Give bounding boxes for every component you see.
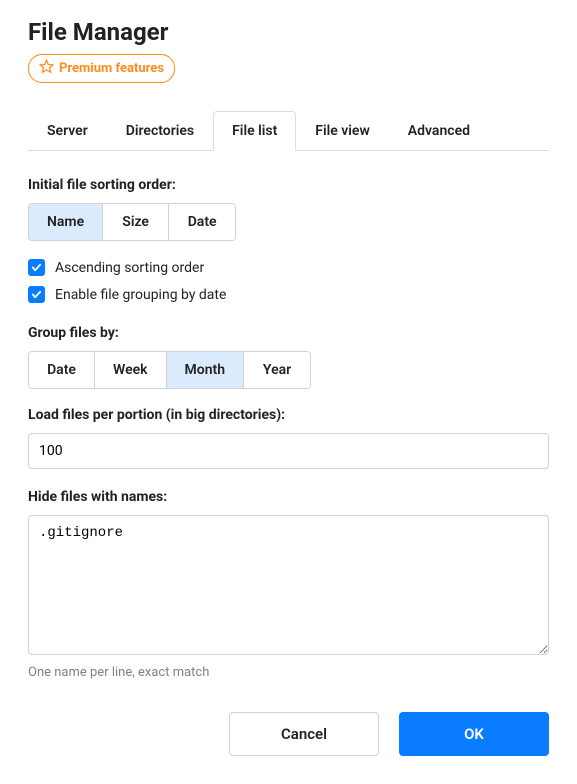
sorting-option-date[interactable]: Date — [169, 204, 235, 240]
enable-grouping-label: Enable file grouping by date — [55, 287, 226, 303]
sorting-option-name[interactable]: Name — [29, 204, 103, 240]
sorting-order-label: Initial file sorting order: — [28, 177, 549, 193]
portion-label: Load files per portion (in big directori… — [28, 407, 549, 423]
cancel-button[interactable]: Cancel — [229, 712, 379, 756]
tab-advanced[interactable]: Advanced — [389, 111, 489, 151]
portion-input[interactable] — [28, 433, 549, 469]
ok-button[interactable]: OK — [399, 712, 549, 756]
enable-grouping-checkbox-row[interactable]: Enable file grouping by date — [28, 286, 549, 303]
group-option-week[interactable]: Week — [95, 352, 167, 388]
hide-files-label: Hide files with names: — [28, 489, 549, 505]
sorting-order-segmented: Name Size Date — [28, 203, 236, 241]
sorting-option-size[interactable]: Size — [103, 204, 169, 240]
group-by-label: Group files by: — [28, 325, 549, 341]
hide-files-textarea[interactable] — [28, 515, 549, 655]
group-by-segmented: Date Week Month Year — [28, 351, 311, 389]
premium-features-label: Premium features — [59, 61, 164, 76]
hide-files-help: One name per line, exact match — [28, 665, 549, 680]
ascending-sort-label: Ascending sorting order — [55, 260, 204, 276]
tab-server[interactable]: Server — [28, 111, 107, 151]
group-option-month[interactable]: Month — [167, 352, 245, 388]
premium-features-badge[interactable]: Premium features — [28, 54, 175, 83]
group-option-year[interactable]: Year — [244, 352, 310, 388]
ascending-sort-checkbox-row[interactable]: Ascending sorting order — [28, 259, 549, 276]
group-option-date[interactable]: Date — [29, 352, 95, 388]
tabs: Server Directories File list File view A… — [28, 111, 549, 151]
tab-file-view[interactable]: File view — [296, 111, 389, 151]
star-icon — [39, 59, 54, 78]
tab-directories[interactable]: Directories — [107, 111, 213, 151]
dialog-buttons: Cancel OK — [28, 712, 549, 756]
page-title: File Manager — [28, 18, 549, 46]
checkmark-icon — [28, 286, 45, 303]
checkmark-icon — [28, 259, 45, 276]
tab-file-list[interactable]: File list — [213, 111, 296, 151]
